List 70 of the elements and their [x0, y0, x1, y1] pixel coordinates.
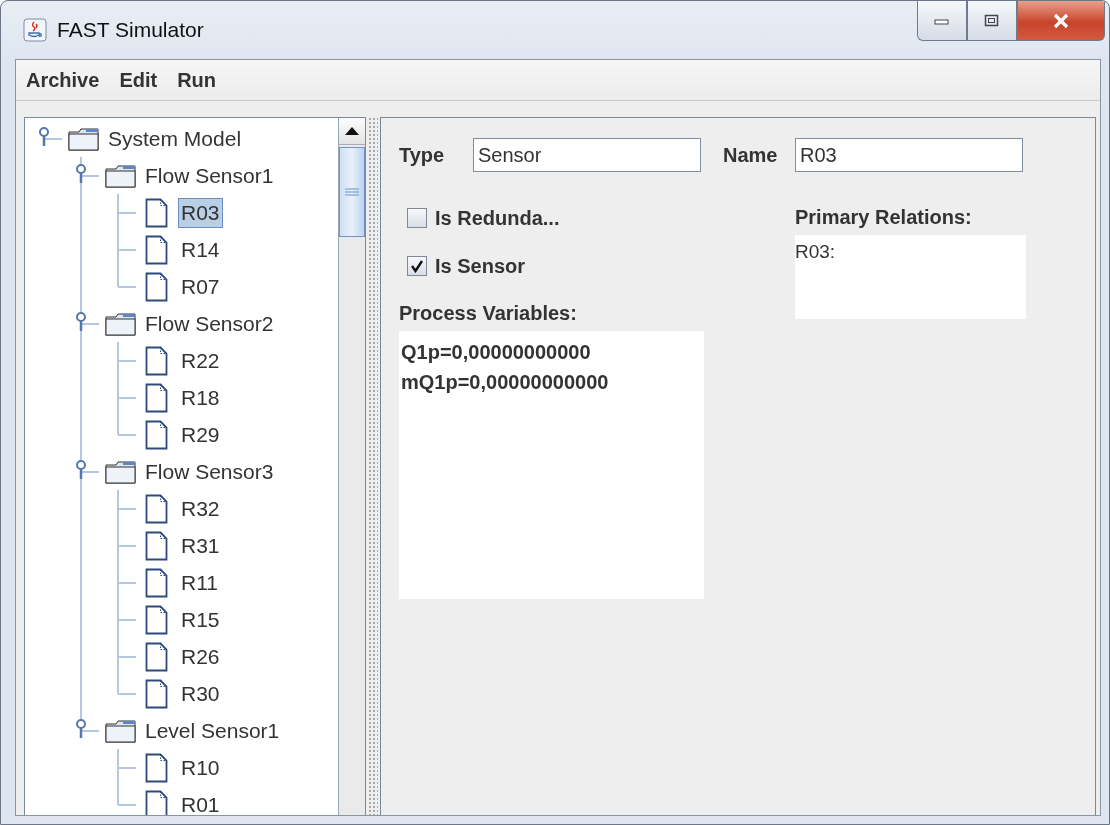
document-icon — [145, 345, 169, 376]
document-icon — [145, 419, 169, 450]
process-variables-area[interactable]: Q1p=0,00000000000 mQ1p=0,00000000000 — [399, 331, 704, 599]
document-icon — [145, 382, 169, 413]
section-label: Process Variables: — [399, 302, 578, 325]
checkbox-label[interactable]: Is Redunda... — [435, 206, 560, 230]
document-icon — [145, 752, 169, 783]
tree-item[interactable]: R10 — [178, 752, 223, 783]
minimize-button[interactable] — [917, 1, 967, 41]
tree-item[interactable]: R18 — [178, 382, 223, 413]
primary-relations-area[interactable]: R03: — [795, 235, 1026, 319]
checkbox[interactable] — [407, 256, 427, 276]
scroll-up-icon[interactable] — [345, 127, 359, 135]
folder-icon — [105, 163, 137, 188]
document-icon — [145, 641, 169, 672]
tree-item[interactable]: Flow Sensor3 — [142, 456, 277, 487]
expand-handle-icon[interactable] — [75, 311, 87, 333]
maximize-icon[interactable] — [984, 13, 1000, 28]
document-icon — [145, 678, 169, 709]
window-title: FAST Simulator — [57, 18, 204, 42]
tree-item[interactable]: R22 — [178, 345, 223, 376]
document-icon — [145, 567, 169, 598]
expand-handle-icon[interactable] — [75, 163, 87, 185]
expand-handle-icon[interactable] — [38, 126, 50, 148]
tree-item[interactable]: R31 — [178, 530, 223, 561]
menu-item[interactable]: Edit — [119, 68, 158, 92]
document-icon — [145, 234, 169, 265]
variable-line: mQ1p=0,00000000000 — [400, 370, 610, 395]
tree-item[interactable]: R14 — [178, 234, 223, 265]
tree-item[interactable]: R32 — [178, 493, 223, 524]
folder-icon — [105, 718, 137, 743]
maximize-button[interactable] — [967, 1, 1017, 41]
document-icon — [145, 604, 169, 635]
close-icon[interactable] — [1051, 12, 1071, 29]
tree-item[interactable]: R15 — [178, 604, 223, 635]
grip-icon — [345, 188, 359, 196]
document-icon — [145, 197, 169, 228]
folder-icon — [105, 311, 137, 336]
document-icon — [145, 530, 169, 561]
tree-item[interactable]: Flow Sensor1 — [142, 160, 277, 191]
scrollbar[interactable] — [338, 118, 365, 815]
tree-item[interactable]: R07 — [178, 271, 223, 302]
tree-item[interactable]: Level Sensor1 — [142, 715, 283, 746]
checkbox-label[interactable]: Is Sensor — [435, 254, 526, 278]
menu-item[interactable]: Archive — [26, 68, 100, 92]
tree-item[interactable]: R11 — [178, 567, 221, 598]
checkbox[interactable] — [407, 208, 427, 228]
field-label: Name — [723, 143, 779, 167]
section-label: Primary Relations: — [795, 206, 973, 229]
field-label: Type — [399, 143, 446, 167]
document-icon — [145, 271, 169, 302]
tree-item[interactable]: Flow Sensor2 — [142, 308, 277, 339]
folder-icon — [105, 459, 137, 484]
tree-item[interactable]: System Model — [105, 123, 245, 154]
document-icon — [145, 493, 169, 524]
type-field[interactable]: Sensor — [473, 138, 701, 172]
cup-icon — [23, 18, 47, 42]
tree-item[interactable]: R29 — [178, 419, 223, 450]
folder-icon — [68, 126, 100, 151]
variable-line: Q1p=0,00000000000 — [400, 340, 592, 365]
tree-item[interactable]: R01 — [178, 789, 223, 815]
name-field[interactable]: R03 — [795, 138, 1023, 172]
expand-handle-icon[interactable] — [75, 718, 87, 740]
menu-item[interactable]: Run — [177, 68, 217, 92]
tree-item[interactable]: R30 — [178, 678, 223, 709]
close-button[interactable] — [1017, 1, 1105, 41]
expand-handle-icon[interactable] — [75, 459, 87, 481]
tree-item[interactable]: R03 — [178, 197, 223, 228]
tree-item[interactable]: R26 — [178, 641, 223, 672]
relation-line: R03: — [795, 241, 837, 263]
